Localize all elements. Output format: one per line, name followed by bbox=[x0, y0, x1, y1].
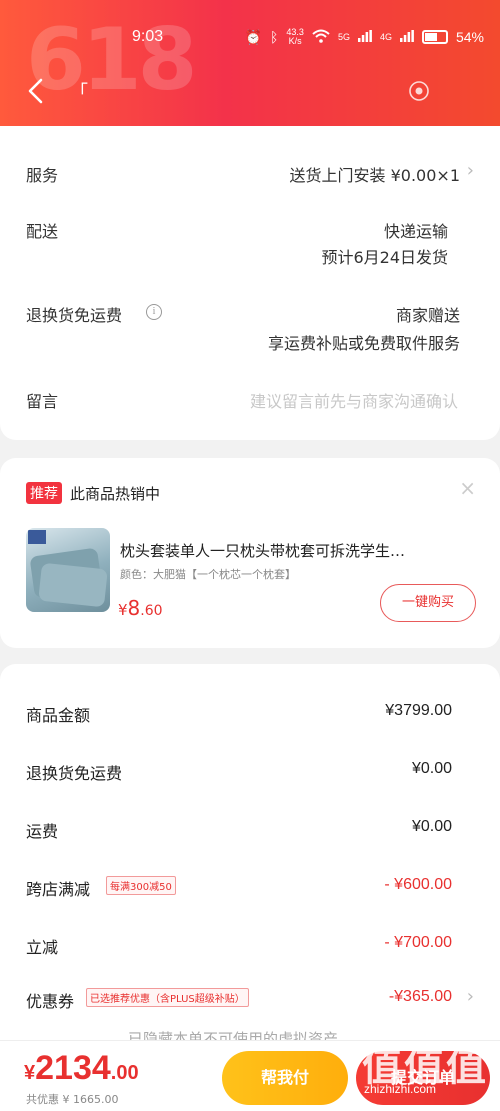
message-label: 留言 bbox=[26, 392, 59, 411]
delivery-label: 配送 bbox=[26, 222, 59, 241]
return-label: 退换货免运费 bbox=[26, 306, 123, 325]
return-fee-label: 退换货免运费 bbox=[26, 764, 123, 783]
status-time: 9:03 bbox=[132, 28, 164, 45]
return-fee-value: ¥0.00 bbox=[411, 760, 452, 777]
alarm-icon: ⏰ bbox=[244, 28, 262, 45]
site-watermark: 值值值 zhizhizhi.com bbox=[352, 1030, 500, 1111]
signal-5g-label: 5G bbox=[337, 31, 350, 42]
delivery-eta: 预计6月24日发货 bbox=[321, 248, 448, 267]
service-chevron-icon[interactable]: › bbox=[467, 160, 474, 181]
recommend-card: 推荐 此商品热销中 × 枕头套装单人一只枕头带枕套可拆洗学生… 颜色：大肥猫【一… bbox=[0, 458, 500, 648]
signal-bars-icon-2 bbox=[399, 29, 414, 45]
back-arrow-icon[interactable] bbox=[26, 78, 46, 104]
location-icon[interactable] bbox=[408, 80, 430, 102]
recommend-badge: 推荐 bbox=[26, 482, 62, 504]
help-pay-button[interactable]: 帮我付 bbox=[222, 1051, 348, 1105]
coupon-tag[interactable]: 已选推荐优惠（含PLUS超级补贴） bbox=[86, 988, 249, 1007]
bluetooth-icon: ᛒ bbox=[270, 29, 279, 45]
service-label: 服务 bbox=[26, 166, 59, 185]
return-value: 商家赠送 bbox=[395, 306, 460, 325]
wifi-icon bbox=[312, 29, 330, 46]
return-sub: 享运费补贴或免费取件服务 bbox=[267, 334, 460, 353]
product-variant: 颜色：大肥猫【一个枕芯一个枕套】 bbox=[120, 568, 296, 581]
coupon-value[interactable]: -¥365.00 bbox=[389, 988, 452, 1006]
recommend-title: 此商品热销中 bbox=[70, 485, 161, 503]
total-discount-note: 共优惠 ¥ 1665.00 bbox=[26, 1093, 119, 1106]
cross-store-label: 跨店满减 bbox=[26, 880, 91, 899]
goods-amount-value: ¥3799.00 bbox=[385, 702, 452, 719]
status-icons: ⏰ ᛒ 43.3 K/s 5G 4G 54% bbox=[245, 28, 484, 46]
cross-store-tag: 每满300减50 bbox=[106, 876, 176, 895]
instant-discount-value: - ¥700.00 bbox=[384, 934, 452, 951]
total-price: ¥2134.00 bbox=[24, 1049, 139, 1087]
shipping-value: ¥0.00 bbox=[411, 818, 452, 835]
signal-bars-icon bbox=[357, 29, 372, 45]
product-price: ¥8.60 bbox=[118, 596, 163, 620]
service-value[interactable]: 送货上门安装 ¥0.00×1 bbox=[290, 162, 460, 186]
signal-4g-label: 4G bbox=[379, 31, 392, 42]
info-icon[interactable]: i bbox=[146, 304, 162, 320]
shipping-label: 运费 bbox=[26, 822, 59, 841]
coupon-label[interactable]: 优惠券 bbox=[26, 988, 74, 1012]
product-name[interactable]: 枕头套装单人一只枕头带枕套可拆洗学生… bbox=[120, 540, 470, 561]
close-icon[interactable]: × bbox=[459, 476, 476, 500]
shop-title: 「 bbox=[70, 78, 400, 106]
order-info-card: 服务 送货上门安装 ¥0.00×1 › 配送 快递运输 预计6月24日发货 退换… bbox=[0, 126, 500, 440]
goods-amount-label: 商品金额 bbox=[26, 706, 91, 725]
coupon-chevron-icon[interactable]: › bbox=[467, 986, 474, 1007]
watermark-site: zhizhizhi.com bbox=[364, 1082, 437, 1096]
one-click-buy-button[interactable]: 一键购买 bbox=[380, 584, 476, 622]
header: 618 9:03 ⏰ ᛒ 43.3 K/s 5G 4G 54% 「 bbox=[0, 0, 500, 126]
battery-percent: 54% bbox=[455, 29, 484, 45]
cross-store-value: - ¥600.00 bbox=[384, 876, 452, 893]
net-speed: 43.3 K/s bbox=[286, 27, 304, 46]
delivery-method: 快递运输 bbox=[383, 222, 448, 241]
status-bar: 9:03 ⏰ ᛒ 43.3 K/s 5G 4G 54% bbox=[0, 24, 500, 52]
message-input[interactable]: 建议留言前先与商家沟通确认 bbox=[250, 388, 458, 412]
instant-discount-label: 立减 bbox=[26, 938, 59, 957]
battery-icon bbox=[421, 30, 448, 44]
product-thumbnail[interactable] bbox=[26, 528, 110, 612]
